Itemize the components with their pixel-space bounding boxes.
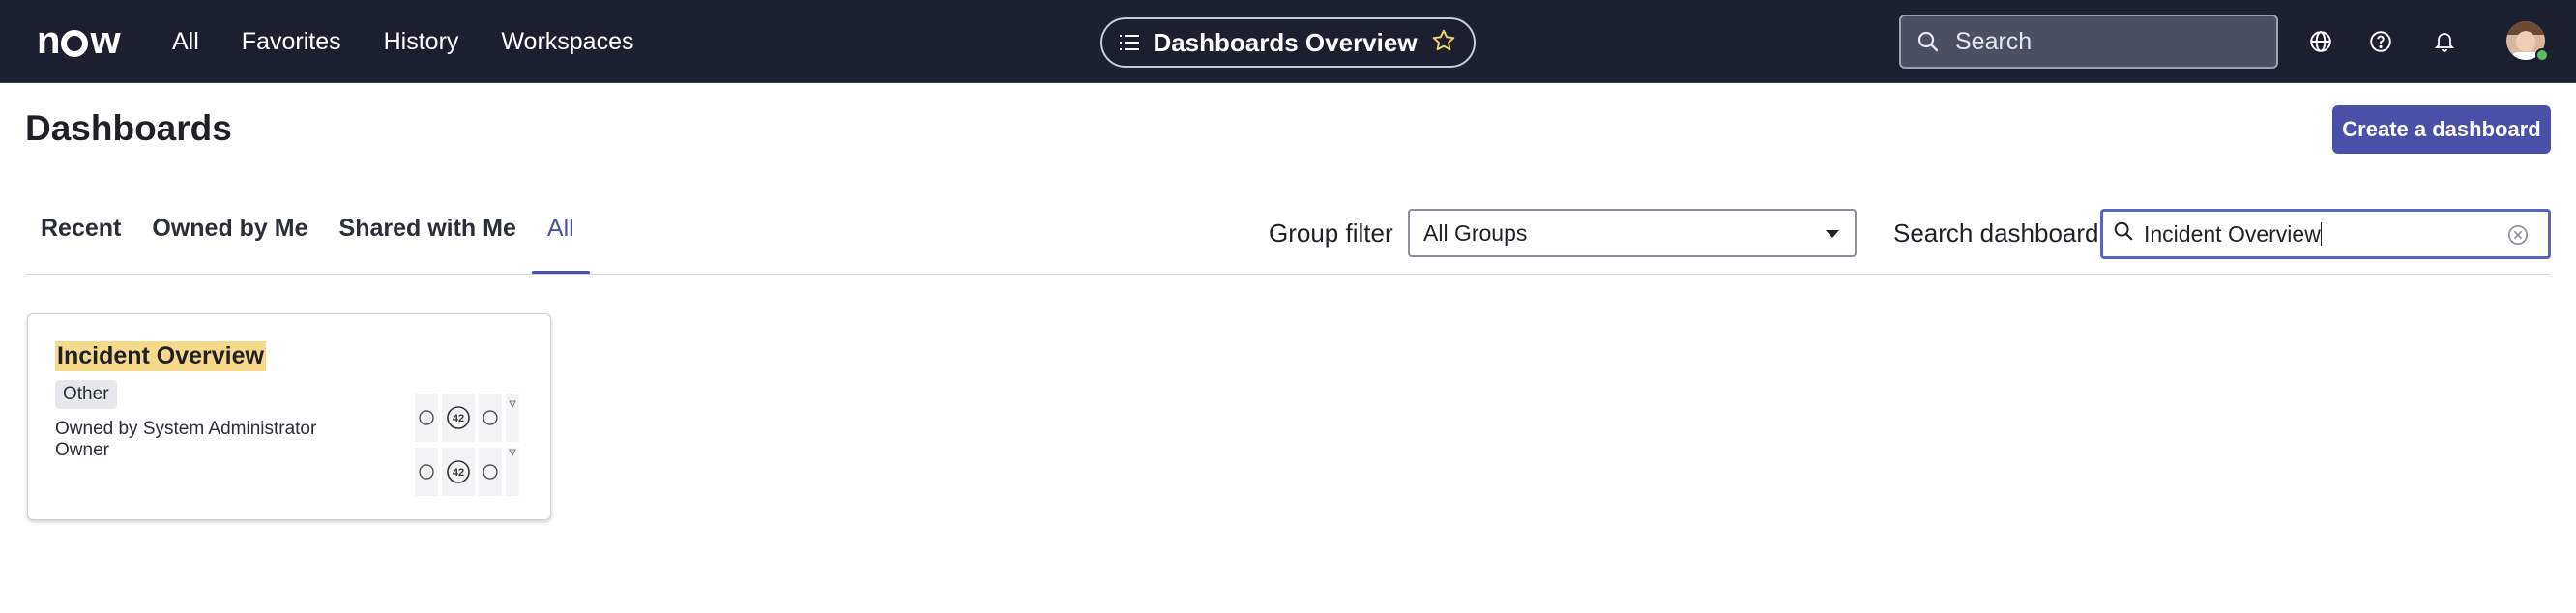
help-icon[interactable]	[2365, 26, 2396, 57]
dashboard-tabs: Recent Owned by Me Shared with Me All	[25, 191, 590, 275]
dashboard-owner-info: Owned by System Administrator Owner	[55, 419, 316, 461]
clear-search-icon[interactable]	[2507, 224, 2529, 246]
category-badge: Other	[55, 380, 117, 409]
dashboard-card-title[interactable]: Incident Overview	[55, 341, 266, 371]
search-dashboard-label: Search dashboard	[1893, 219, 2099, 248]
tab-owned-by-me[interactable]: Owned by Me	[136, 191, 323, 275]
search-icon	[1917, 30, 1940, 53]
tabs-divider	[25, 274, 2551, 275]
tab-all[interactable]: All	[531, 191, 590, 275]
globe-icon[interactable]	[2305, 26, 2336, 57]
dashboard-card[interactable]: Incident Overview Other Owned by System …	[27, 313, 551, 520]
group-filter-label: Group filter	[1269, 219, 1393, 248]
presence-indicator	[2535, 48, 2549, 62]
search-placeholder: Search	[1955, 27, 2033, 55]
dashboard-preview-thumbnail: 42 42	[415, 392, 535, 502]
nav-favorites[interactable]: Favorites	[242, 28, 341, 56]
global-search-input[interactable]: Search	[1899, 15, 2278, 69]
owner-role-text: Owner	[55, 440, 109, 460]
chevron-down-icon	[1826, 230, 1839, 238]
thumb-metric-bottom: 42	[453, 467, 464, 479]
servicenow-logo[interactable]: nw	[37, 19, 121, 62]
nav-all[interactable]: All	[172, 28, 199, 56]
tab-shared-with-me[interactable]: Shared with Me	[324, 191, 532, 275]
top-navigation-bar: nw All Favorites History Workspaces Dash…	[0, 0, 2576, 83]
owned-by-text: Owned by System Administrator	[55, 419, 317, 439]
nav-history[interactable]: History	[384, 28, 459, 56]
group-filter-select[interactable]: All Groups	[1408, 209, 1857, 257]
create-dashboard-button[interactable]: Create a dashboard	[2332, 105, 2551, 154]
tab-recent[interactable]: Recent	[25, 191, 136, 275]
current-page-title: Dashboards Overview	[1153, 27, 1418, 57]
group-filter-value: All Groups	[1423, 219, 1528, 246]
search-dashboard-input[interactable]: Incident Overview	[2100, 209, 2551, 259]
current-page-pill[interactable]: Dashboards Overview	[1100, 17, 1476, 68]
bell-icon[interactable]	[2429, 26, 2460, 57]
main-nav: All Favorites History Workspaces	[172, 0, 634, 83]
page-title: Dashboards	[25, 108, 232, 148]
search-dashboard-value: Incident Overview	[2144, 220, 2321, 247]
star-icon[interactable]	[1431, 28, 1456, 58]
thumb-metric-top: 42	[453, 413, 464, 424]
nav-workspaces[interactable]: Workspaces	[501, 28, 633, 56]
list-icon	[1120, 35, 1140, 50]
search-icon	[2113, 220, 2134, 248]
